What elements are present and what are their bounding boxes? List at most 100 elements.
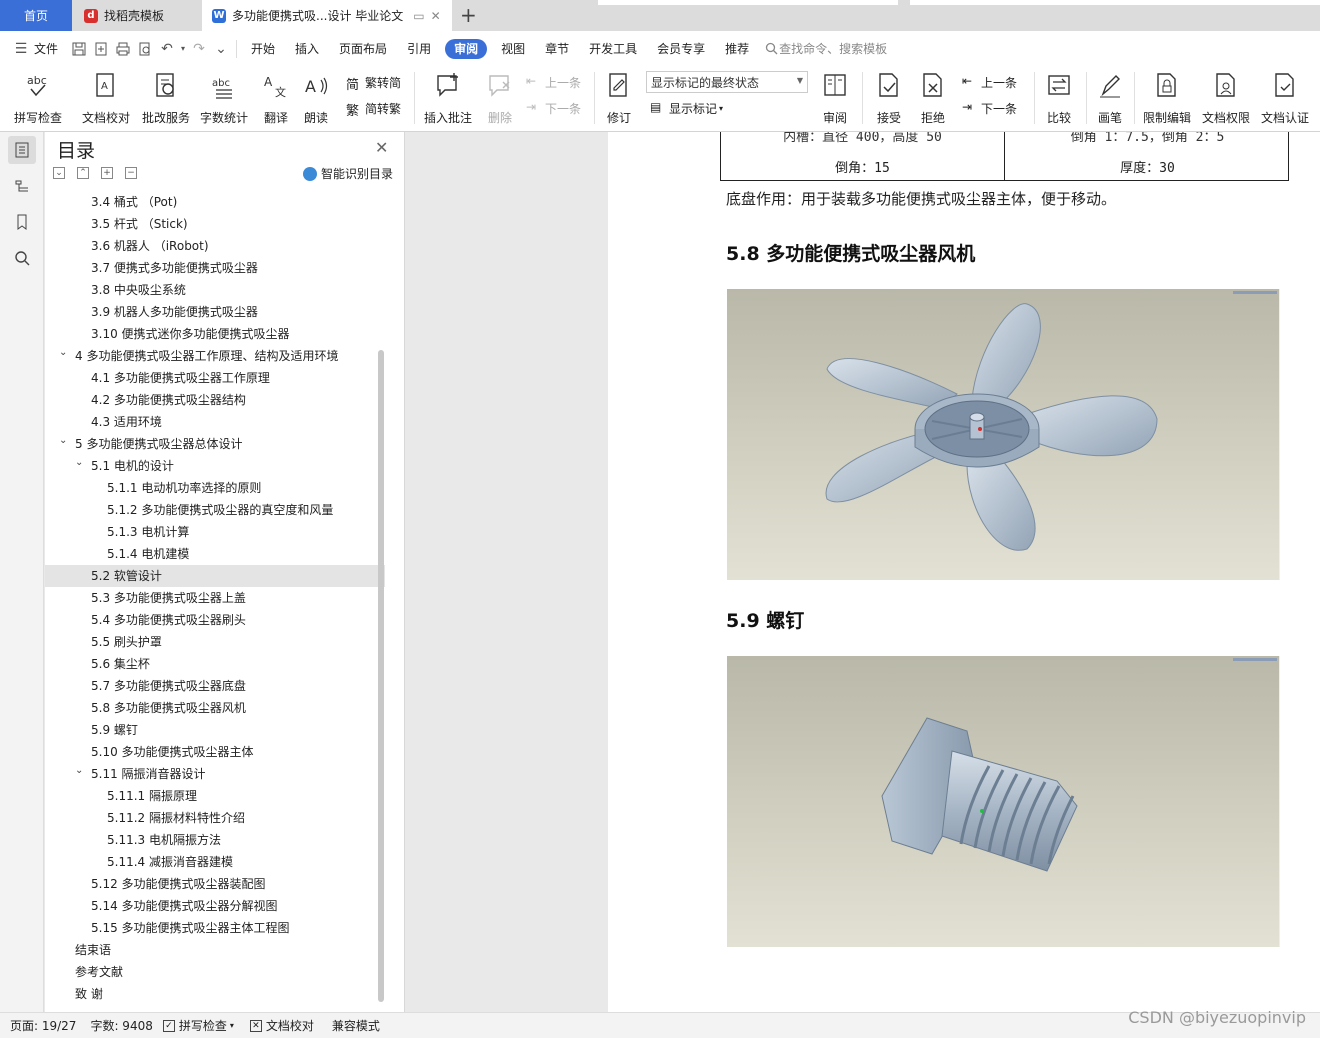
doc-cert-button[interactable]: 文档认证 — [1258, 70, 1312, 126]
prev-comment-button[interactable]: ⇤ 上一条 — [526, 72, 581, 92]
delete-comment-button[interactable]: 删除 — [480, 70, 520, 126]
collapse-all-icon[interactable]: ⌄ — [53, 167, 65, 179]
prev-change-button[interactable]: ⇤ 上一条 — [962, 72, 1017, 92]
toc-item[interactable]: 5.7 多功能便携式吸尘器底盘 — [45, 675, 385, 697]
menu-reference[interactable]: 引用 — [397, 39, 441, 59]
toc-item[interactable]: 5.11.1 隔振原理 — [45, 785, 385, 807]
customize-dropdown-icon[interactable]: ⌄ — [210, 38, 232, 60]
toc-item[interactable]: 致 谢 — [45, 983, 385, 1005]
expand-all-icon[interactable]: ⌃ — [77, 167, 89, 179]
menu-recommend[interactable]: 推荐 — [715, 39, 759, 59]
toc-item[interactable]: 3.6 机器人 （iRobot) — [45, 235, 385, 257]
reject-button[interactable]: 拒绝 — [914, 70, 952, 126]
toc-item[interactable]: 5.14 多功能便携式吸尘器分解视图 — [45, 895, 385, 917]
menu-developer[interactable]: 开发工具 — [579, 39, 647, 59]
toc-item[interactable]: 5.5 刷头护罩 — [45, 631, 385, 653]
insert-comment-button[interactable]: 插入批注 — [420, 70, 476, 126]
save-icon[interactable] — [68, 38, 90, 60]
toc-scrollbar[interactable] — [378, 350, 384, 1002]
toc-item[interactable]: 4.3 适用环境 — [45, 411, 385, 433]
toc-item[interactable]: 3.4 桶式 （Pot) — [45, 191, 385, 213]
bookmark-icon[interactable] — [8, 208, 36, 236]
undo-icon[interactable]: ↶ — [156, 38, 178, 60]
toc-item[interactable]: ⌄ 5 多功能便携式吸尘器总体设计 — [45, 433, 385, 455]
doc-proof-button[interactable]: A 文档校对 — [80, 70, 132, 126]
menu-insert[interactable]: 插入 — [285, 39, 329, 59]
spell-check-button[interactable]: abc 拼写检查 — [10, 70, 66, 126]
add-level-icon[interactable]: + — [101, 167, 113, 179]
accept-button[interactable]: 接受 — [870, 70, 908, 126]
simp-to-trad-button[interactable]: 繁简转繁 — [346, 98, 401, 120]
toc-item[interactable]: 5.8 多功能便携式吸尘器风机 — [45, 697, 385, 719]
menu-review[interactable]: 审阅 — [445, 38, 488, 59]
status-doc-proof[interactable]: ✕ 文档校对 — [249, 1017, 314, 1034]
tab-home[interactable]: 首页 — [0, 0, 72, 31]
status-spell-check[interactable]: ✓ 拼写检查 ▾ — [162, 1017, 234, 1034]
toc-item[interactable]: 3.5 杆式 （Stick) — [45, 213, 385, 235]
revise-service-button[interactable]: 批改服务 — [140, 70, 192, 126]
toc-item[interactable]: 5.1.4 电机建模 — [45, 543, 385, 565]
show-markup-button[interactable]: ▤ 显示标记 ▾ — [650, 98, 723, 118]
collapse-chevron-icon[interactable]: ⌄ — [75, 452, 83, 474]
remove-level-icon[interactable]: − — [125, 167, 137, 179]
toc-item[interactable]: 5.1.2 多功能便携式吸尘器的真空度和风量 — [45, 499, 385, 521]
word-count-button[interactable]: abc 字数统计 — [198, 70, 250, 126]
pen-button[interactable]: 画笔 — [1092, 70, 1128, 126]
toc-item[interactable]: 5.10 多功能便携式吸尘器主体 — [45, 741, 385, 763]
toc-item[interactable]: 5.4 多功能便携式吸尘器刷头 — [45, 609, 385, 631]
menu-view[interactable]: 视图 — [491, 39, 535, 59]
toc-item[interactable]: 3.9 机器人多功能便携式吸尘器 — [45, 301, 385, 323]
redo-icon[interactable]: ↷ — [188, 38, 210, 60]
word-count-indicator[interactable]: 字数: 9408 — [90, 1017, 152, 1034]
toc-item[interactable]: 5.6 集尘杯 — [45, 653, 385, 675]
toc-item[interactable]: 5.15 多功能便携式吸尘器主体工程图 — [45, 917, 385, 939]
toc-item[interactable]: 3.8 中央吸尘系统 — [45, 279, 385, 301]
undo-dropdown-icon[interactable]: ▾ — [178, 38, 188, 60]
document-area[interactable]: 内槽：直径 400，高度 50 倒角：15 倒角 1：7.5，倒角 2：5 厚度… — [406, 132, 1320, 1012]
hamburger-icon[interactable]: ☰ — [10, 38, 32, 60]
toc-item[interactable]: 5.11.3 电机隔振方法 — [45, 829, 385, 851]
collapse-chevron-icon[interactable]: ⌄ — [75, 760, 83, 782]
toc-item[interactable]: 5.2 软管设计 — [45, 565, 385, 587]
toc-item[interactable]: ⌄ 5.11 隔振消音器设计 — [45, 763, 385, 785]
page-indicator[interactable]: 页面: 19/27 — [10, 1017, 76, 1034]
toc-item[interactable]: 3.7 便携式多功能便携式吸尘器 — [45, 257, 385, 279]
menu-layout[interactable]: 页面布局 — [329, 39, 397, 59]
export-pdf-icon[interactable] — [90, 38, 112, 60]
toc-item[interactable]: 5.9 螺钉 — [45, 719, 385, 741]
toc-item[interactable]: 参考文献 — [45, 961, 385, 983]
toc-panel-icon[interactable] — [8, 136, 36, 164]
menu-start[interactable]: 开始 — [241, 39, 285, 59]
toc-item[interactable]: 5.1.3 电机计算 — [45, 521, 385, 543]
review-pane-button[interactable]: 审阅 — [816, 70, 854, 126]
tab-document[interactable]: W 多功能便携式吸...设计 毕业论文 ▭ ✕ — [202, 0, 452, 31]
toc-item[interactable]: 5.11.4 减振消音器建模 — [45, 851, 385, 873]
toc-item[interactable]: 5.1.1 电动机功率选择的原则 — [45, 477, 385, 499]
compare-button[interactable]: 比较 — [1040, 70, 1078, 126]
trad-to-simp-button[interactable]: 简繁转简 — [346, 72, 401, 94]
toc-item[interactable]: ⌄ 4 多功能便携式吸尘器工作原理、结构及适用环境 — [45, 345, 385, 367]
chapter-nav-icon[interactable] — [8, 172, 36, 200]
collapse-chevron-icon[interactable]: ⌄ — [59, 430, 67, 452]
menu-chapter[interactable]: 章节 — [535, 39, 579, 59]
menu-file[interactable]: 文件 — [32, 39, 68, 59]
toc-item[interactable]: 4.2 多功能便携式吸尘器结构 — [45, 389, 385, 411]
smart-toc-button[interactable]: 智能识别目录 — [303, 165, 393, 182]
toc-item[interactable]: 3.10 便携式迷你多功能便携式吸尘器 — [45, 323, 385, 345]
close-tab-icon[interactable]: ✕ — [431, 9, 441, 23]
find-icon[interactable] — [8, 244, 36, 272]
command-search[interactable]: 查找命令、搜索模板 — [779, 39, 897, 59]
read-aloud-button[interactable]: A 朗读 — [298, 70, 334, 126]
next-change-button[interactable]: ⇥ 下一条 — [962, 98, 1017, 118]
toc-item[interactable]: 5.12 多功能便携式吸尘器装配图 — [45, 873, 385, 895]
document-page[interactable]: 内槽：直径 400，高度 50 倒角：15 倒角 1：7.5，倒角 2：5 厚度… — [608, 132, 1320, 1012]
print-preview-icon[interactable] — [134, 38, 156, 60]
translate-button[interactable]: A文 翻译 — [256, 70, 296, 126]
toc-item[interactable]: 结束语 — [45, 939, 385, 961]
track-changes-button[interactable]: 修订 — [600, 70, 638, 126]
next-comment-button[interactable]: ⇥ 下一条 — [526, 98, 581, 118]
close-icon[interactable]: ✕ — [375, 138, 388, 157]
toc-item[interactable]: 4.1 多功能便携式吸尘器工作原理 — [45, 367, 385, 389]
toc-item[interactable]: ⌄ 5.1 电机的设计 — [45, 455, 385, 477]
new-tab-plus-icon[interactable]: + — [460, 3, 477, 27]
